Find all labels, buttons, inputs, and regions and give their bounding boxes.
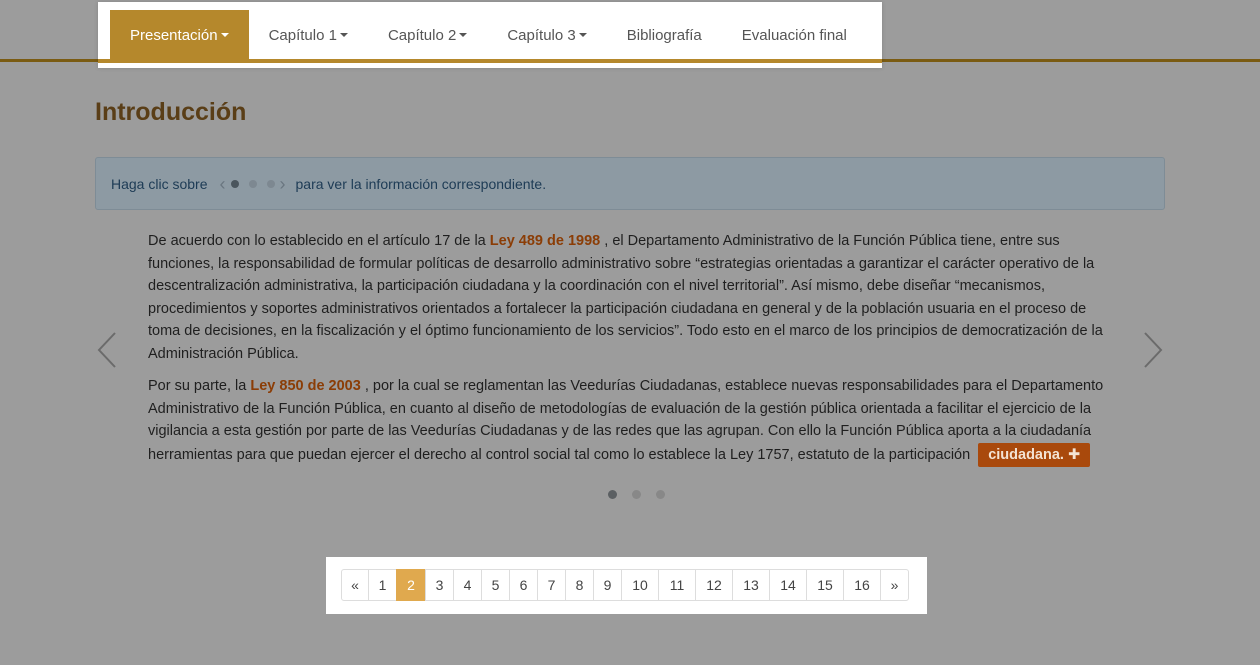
main-nav: Presentación Capítulo 1 Capítulo 2 Capít…: [110, 10, 867, 60]
carousel-prev-button[interactable]: [95, 330, 119, 370]
pagination-page-2[interactable]: 2: [396, 569, 426, 601]
pagination-page-9[interactable]: 9: [593, 569, 622, 601]
nav-item-capitulo-1[interactable]: Capítulo 1: [249, 10, 368, 60]
chevron-left-icon: ‹: [219, 173, 226, 194]
pagination-page-1[interactable]: 1: [368, 569, 397, 601]
pagination-page-8[interactable]: 8: [565, 569, 594, 601]
dot-icon: [248, 179, 257, 188]
info-text-after: para ver la información correspondiente.: [295, 175, 547, 192]
nav-item-capitulo-3[interactable]: Capítulo 3: [487, 10, 606, 60]
pagination-page-6[interactable]: 6: [509, 569, 538, 601]
carousel-next-button[interactable]: [1141, 330, 1165, 370]
nav-item-evaluacion-final[interactable]: Evaluación final: [722, 10, 867, 60]
nav-label: Evaluación final: [741, 26, 847, 44]
pagination-page-3[interactable]: 3: [425, 569, 454, 601]
paragraph: De acuerdo con lo establecido en el artí…: [148, 230, 1113, 365]
pagination-page-12[interactable]: 12: [695, 569, 733, 601]
pagination-page-16[interactable]: 16: [843, 569, 881, 601]
content-carousel: De acuerdo con lo establecido en el artí…: [95, 222, 1165, 512]
carousel-indicator[interactable]: [655, 490, 665, 499]
pagination-prev-button[interactable]: «: [341, 569, 369, 601]
paragraph-text: , el Departamento Administrativo de la F…: [148, 233, 1103, 362]
pagination-next-button[interactable]: »: [880, 569, 909, 601]
pagination-page-7[interactable]: 7: [537, 569, 566, 601]
carousel-hint-indicator: ‹ ›: [220, 175, 286, 193]
chevron-right-icon: [1144, 332, 1163, 368]
nav-item-presentacion[interactable]: Presentación: [110, 10, 249, 60]
nav-label: Capítulo 1: [268, 26, 337, 44]
carousel-indicator[interactable]: [607, 490, 617, 499]
caret-down-icon: [578, 33, 587, 37]
carousel-indicator[interactable]: [631, 490, 641, 499]
carousel-indicators: [600, 490, 672, 499]
pagination-page-15[interactable]: 15: [806, 569, 844, 601]
nav-item-bibliografia[interactable]: Bibliografía: [607, 10, 722, 60]
pagination-page-4[interactable]: 4: [453, 569, 482, 601]
nav-label: Presentación: [130, 26, 218, 44]
page-title: Introducción: [95, 98, 247, 126]
caret-down-icon: [459, 33, 468, 37]
pagination: «1 2 3 4 5 6 7 8 9 10 11 12 13 14 15 16»: [341, 569, 909, 601]
chevron-right-icon: ›: [279, 173, 286, 194]
nav-label: Capítulo 3: [507, 26, 576, 44]
pagination-page-10[interactable]: 10: [621, 569, 659, 601]
law-link[interactable]: Ley 850 de 2003: [250, 378, 360, 394]
paragraph-text: De acuerdo con lo establecido en el artí…: [148, 233, 490, 249]
dot-icon: [230, 179, 239, 188]
nav-label: Capítulo 2: [387, 26, 457, 44]
nav-item-capitulo-2[interactable]: Capítulo 2: [368, 10, 487, 60]
paragraph: Por su parte, la Ley 850 de 2003 , por l…: [148, 375, 1113, 467]
info-alert: Haga clic sobre ‹ › para ver la informac…: [95, 157, 1165, 210]
ciudadana-more-button[interactable]: ciudadana. ✚: [978, 442, 1091, 467]
info-text-before: Haga clic sobre: [111, 175, 208, 192]
pagination-page-5[interactable]: 5: [481, 569, 510, 601]
paragraph-text: Por su parte, la: [148, 378, 251, 394]
pagination-page-13[interactable]: 13: [732, 569, 770, 601]
caret-down-icon: [220, 33, 229, 37]
pagination-page-14[interactable]: 14: [769, 569, 807, 601]
law-link[interactable]: Ley 489 de 1998: [490, 233, 600, 249]
chevron-left-icon: [97, 332, 116, 368]
dot-icon: [266, 179, 275, 188]
caret-down-icon: [339, 33, 348, 37]
slide-content: De acuerdo con lo establecido en el artí…: [148, 230, 1113, 477]
nav-label: Bibliografía: [626, 26, 702, 44]
pagination-page-11[interactable]: 11: [658, 569, 696, 601]
